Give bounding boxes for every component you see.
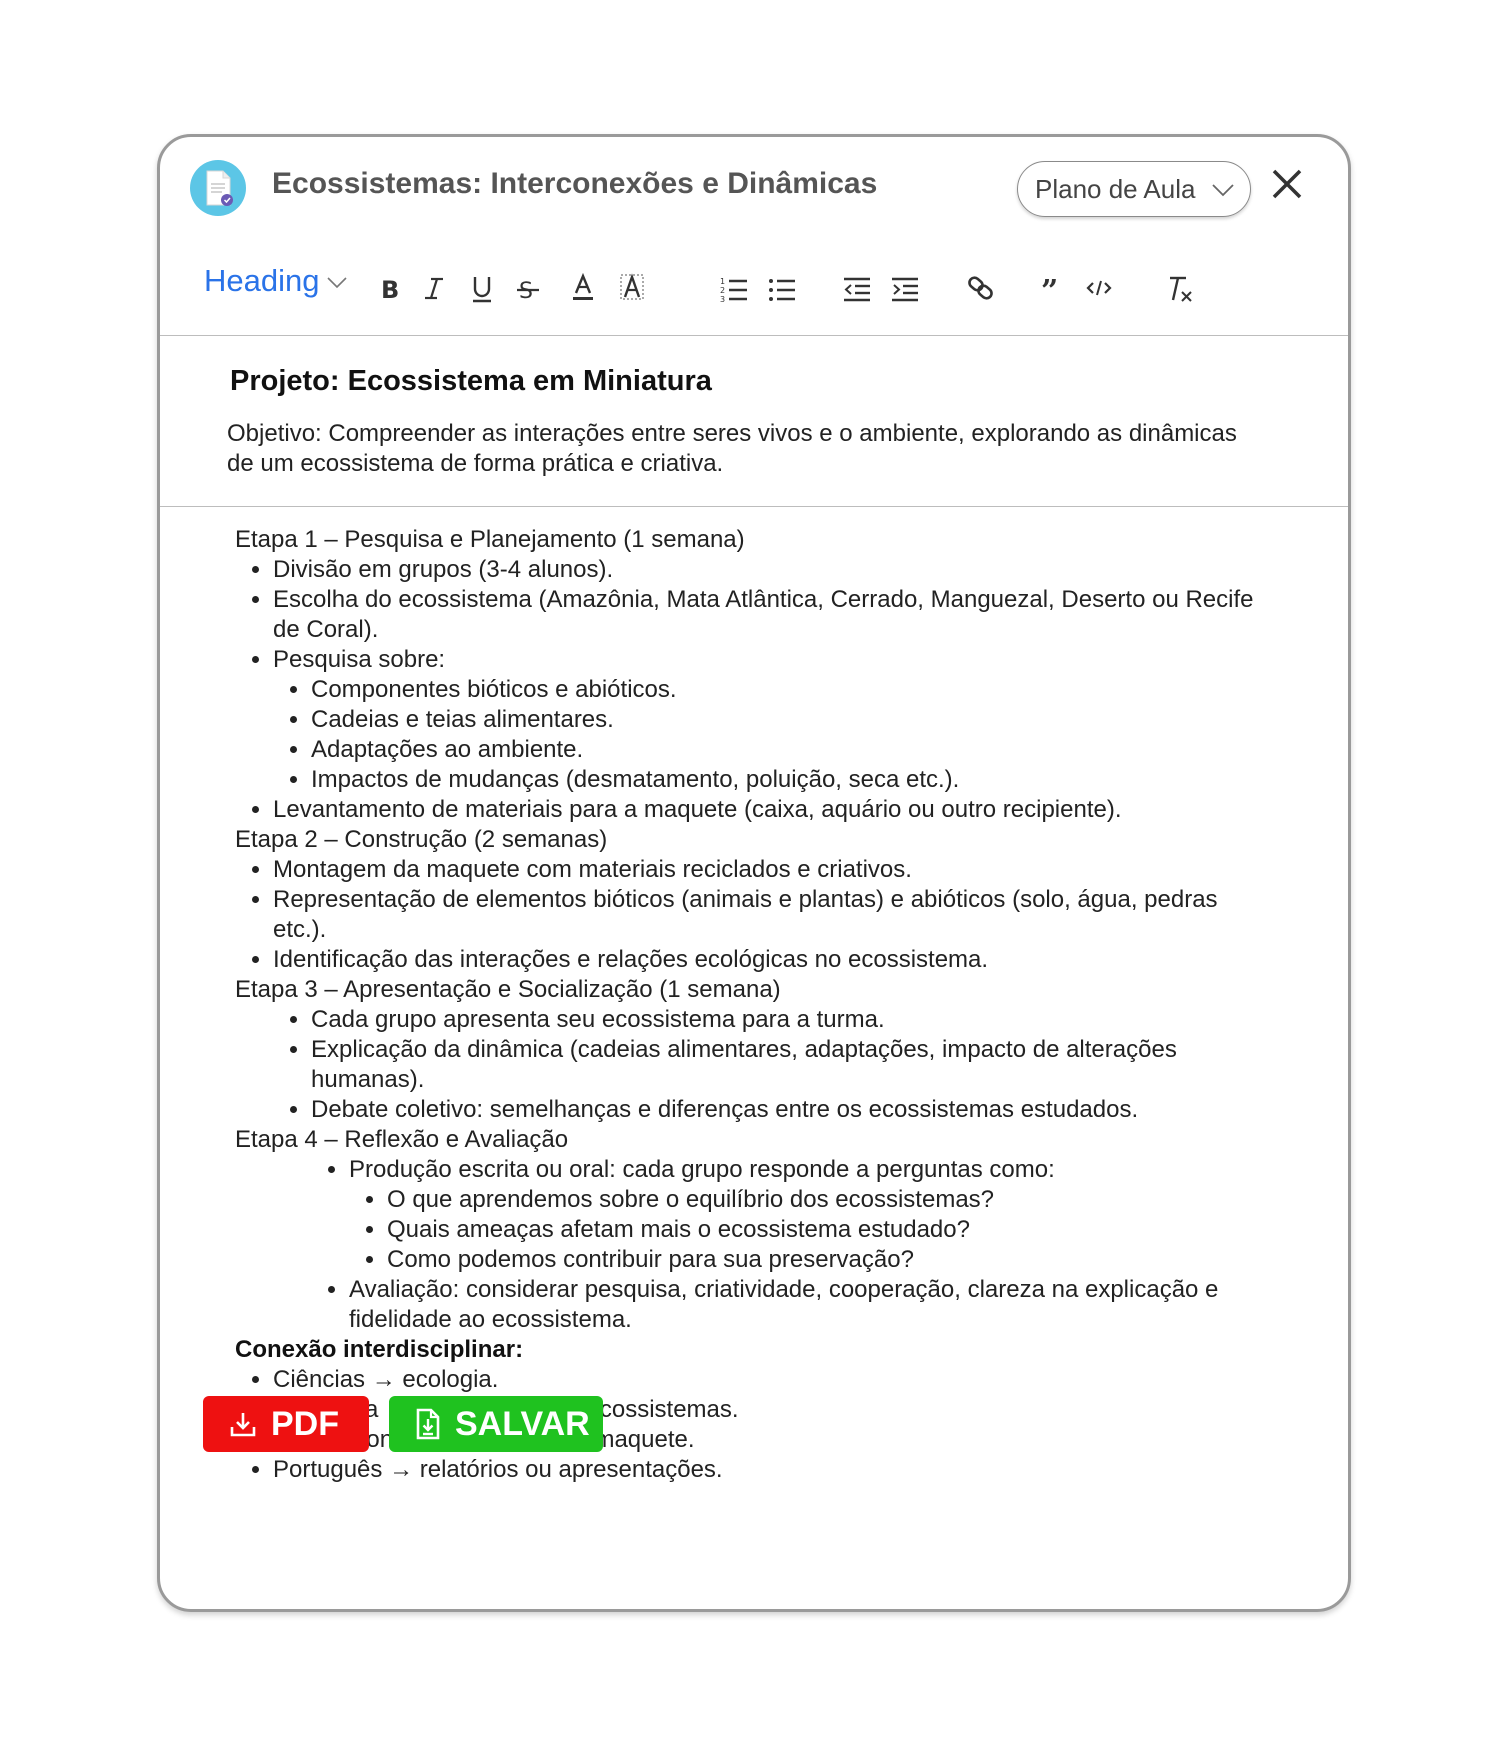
indent-icon[interactable]: [891, 271, 919, 305]
link-icon[interactable]: [966, 271, 996, 305]
save-label: SALVAR: [455, 1404, 590, 1443]
download-icon: [230, 1413, 256, 1437]
code-icon[interactable]: [1085, 271, 1113, 305]
list-item: Adaptações ao ambiente.: [311, 735, 1255, 765]
list-item: Impactos de mudanças (desmatamento, polu…: [311, 765, 1255, 795]
toolbar-divider: [160, 335, 1348, 336]
save-button[interactable]: SALVAR: [389, 1396, 603, 1452]
stage-2-title: Etapa 2 – Construção (2 semanas): [235, 826, 608, 853]
list-item: Explicação da dinâmica (cadeias alimenta…: [311, 1035, 1255, 1095]
list-item: Cada grupo apresenta seu ecossistema par…: [311, 1005, 1255, 1035]
list-item: Levantamento de materiais para a maquete…: [273, 795, 1255, 825]
stage-1-list: Divisão em grupos (3-4 alunos). Escolha …: [235, 555, 1255, 825]
blockquote-icon[interactable]: ”: [1041, 271, 1065, 305]
doc-type-select-value: Plano de Aula: [1035, 174, 1196, 204]
list-item: O que aprendemos sobre o equilíbrio dos …: [387, 1185, 1255, 1215]
list-item: Avaliação: considerar pesquisa, criativi…: [349, 1275, 1255, 1335]
download-pdf-button[interactable]: PDF: [203, 1396, 369, 1452]
file-save-icon: [416, 1408, 440, 1440]
list-item: Debate coletivo: semelhanças e diferença…: [311, 1095, 1255, 1125]
chevron-down-icon: [327, 277, 348, 288]
svg-text:B: B: [381, 276, 399, 304]
svg-text:1: 1: [720, 277, 725, 286]
list-item: Identificação das interações e relações …: [273, 945, 1255, 975]
project-title: Projeto: Ecossistema em Miniatura: [230, 365, 712, 397]
heading-style-select[interactable]: Heading: [204, 263, 348, 299]
list-item: Escolha do ecossistema (Amazônia, Mata A…: [273, 585, 1255, 645]
document-check-icon: [190, 160, 246, 216]
format-toolbar: Heading B S 1 2 3 ”: [160, 255, 1348, 325]
bold-icon[interactable]: B: [378, 271, 402, 305]
list-item: Componentes bióticos e abióticos.: [311, 675, 1255, 705]
objective-text: Objetivo: Compreender as interações entr…: [227, 420, 1237, 477]
editor-dialog: Ecossistemas: Interconexões e Dinâmicas …: [157, 134, 1351, 1612]
list-item: Ciências → ecologia.: [273, 1365, 1255, 1395]
stage-1-title: Etapa 1 – Pesquisa e Planejamento (1 sem…: [235, 526, 745, 553]
svg-text:”: ”: [1041, 274, 1058, 305]
chevron-down-icon: [1212, 184, 1234, 197]
strikethrough-icon[interactable]: S: [516, 271, 540, 305]
svg-text:S: S: [519, 279, 533, 304]
close-button[interactable]: [1270, 167, 1310, 207]
highlight-icon[interactable]: [618, 271, 646, 305]
questions-sublist: O que aprendemos sobre o equilíbrio dos …: [349, 1185, 1255, 1275]
ordered-list-icon[interactable]: 1 2 3: [720, 271, 748, 305]
list-item: Como podemos contribuir para sua preserv…: [387, 1245, 1255, 1275]
list-item: Montagem da maquete com materiais recicl…: [273, 855, 1255, 885]
italic-icon[interactable]: [422, 271, 446, 305]
stage-3-list: Cada grupo apresenta seu ecossistema par…: [235, 1005, 1255, 1125]
underline-icon[interactable]: [470, 271, 494, 305]
heading-style-label: Heading: [204, 263, 320, 298]
stage-3-title: Etapa 3 – Apresentação e Socialização (1…: [235, 976, 781, 1003]
pdf-label: PDF: [271, 1404, 339, 1443]
list-item: Quais ameaças afetam mais o ecossistema …: [387, 1215, 1255, 1245]
dialog-title: Ecossistemas: Interconexões e Dinâmicas: [272, 167, 878, 200]
content-divider: [160, 506, 1348, 507]
list-item: Português → relatórios ou apresentações.: [273, 1455, 1255, 1485]
outdent-icon[interactable]: [843, 271, 871, 305]
document-body[interactable]: Etapa 1 – Pesquisa e Planejamento (1 sem…: [235, 525, 1255, 1485]
list-item: Cadeias e teias alimentares.: [311, 705, 1255, 735]
list-item: Produção escrita ou oral: cada grupo res…: [349, 1155, 1255, 1275]
interdisciplinary-list: Ciências → ecologia. Geografia → localiz…: [235, 1365, 1255, 1485]
list-item: Pesquisa sobre: Componentes bióticos e a…: [273, 645, 1255, 795]
svg-text:3: 3: [720, 295, 725, 304]
list-item: Divisão em grupos (3-4 alunos).: [273, 555, 1255, 585]
text-color-icon[interactable]: [570, 271, 596, 305]
stage-4-title: Etapa 4 – Reflexão e Avaliação: [235, 1126, 569, 1153]
stage-4-list: Produção escrita ou oral: cada grupo res…: [235, 1155, 1255, 1335]
clear-format-icon[interactable]: [1164, 271, 1194, 305]
list-item: Representação de elementos bióticos (ani…: [273, 885, 1255, 945]
interdisciplinary-title: Conexão interdisciplinar:: [235, 1336, 524, 1363]
stage-2-list: Montagem da maquete com materiais recicl…: [235, 855, 1255, 975]
bullet-list-icon[interactable]: [768, 271, 796, 305]
svg-text:2: 2: [720, 286, 725, 295]
research-sublist: Componentes bióticos e abióticos. Cadeia…: [273, 675, 1255, 795]
close-icon: [1272, 169, 1302, 199]
doc-type-select[interactable]: Plano de Aula: [1017, 161, 1251, 217]
